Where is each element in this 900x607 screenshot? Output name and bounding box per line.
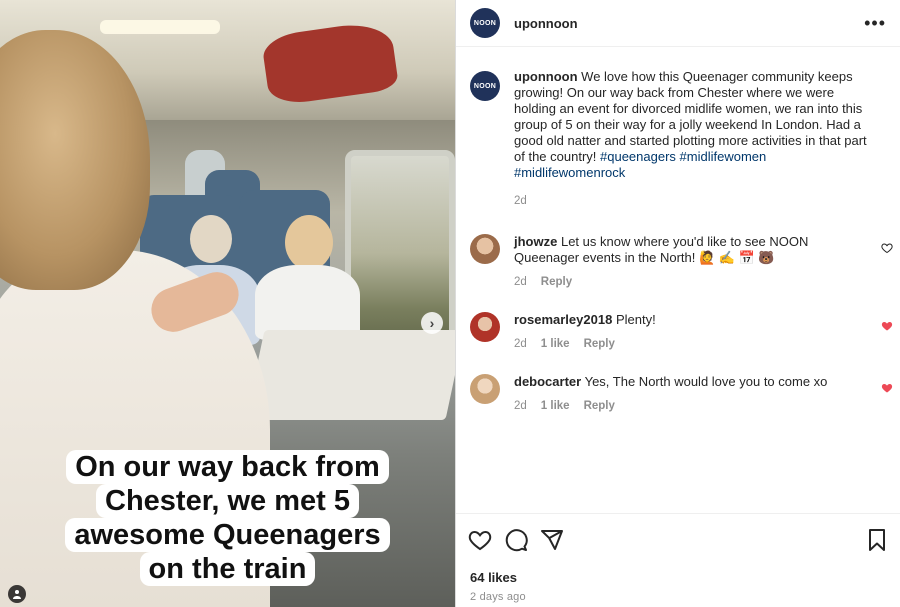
post-timestamp: 2 days ago <box>470 591 526 603</box>
comment-meta: 2d 1 like Reply <box>514 398 864 414</box>
comment-username[interactable]: debocarter <box>514 374 581 389</box>
comment-body: debocarter Yes, The North would love you… <box>514 374 864 414</box>
caption-line: On our way back from <box>66 450 389 484</box>
action-icons <box>468 524 889 556</box>
comment-time: 2d <box>514 400 527 412</box>
bookmark-icon[interactable] <box>865 528 889 552</box>
comment-username[interactable]: rosemarley2018 <box>514 312 612 327</box>
commenter-avatar[interactable] <box>470 374 500 404</box>
comment-item: jhowze Let us know where you'd like to s… <box>456 234 900 290</box>
comment-body: rosemarley2018 Plenty! 2d 1 like Reply <box>514 312 864 352</box>
caption-body: uponnoon We love how this Queenager comm… <box>514 69 874 209</box>
caption-avatar[interactable]: NOON <box>470 71 500 101</box>
comment-item: debocarter Yes, The North would love you… <box>456 374 900 414</box>
comment-like-count[interactable]: 1 like <box>541 400 570 412</box>
passenger-head <box>285 215 333 270</box>
comment-text: Yes, The North would love you to come xo <box>584 374 828 389</box>
commenter-avatar[interactable] <box>470 234 500 264</box>
comment-body: jhowze Let us know where you'd like to s… <box>514 234 864 290</box>
comment-time: 2d <box>514 276 527 288</box>
reply-button[interactable]: Reply <box>541 276 572 288</box>
next-arrow-icon[interactable]: › <box>421 312 443 334</box>
photo-caption-overlay: On our way back from Chester, we met 5 a… <box>20 450 435 586</box>
comment-meta: 2d 1 like Reply <box>514 336 864 352</box>
passenger-body <box>255 265 360 340</box>
post-detail-panel: NOON uponnoon ••• NOON uponnoon We love … <box>455 0 900 607</box>
share-icon[interactable] <box>540 528 564 552</box>
comment-liked-heart-icon[interactable] <box>881 320 893 332</box>
comment-like-count[interactable]: 1 like <box>541 338 570 350</box>
more-icon[interactable]: ••• <box>864 14 886 32</box>
caption-line: awesome Queenagers <box>65 518 390 552</box>
train-table <box>245 330 455 420</box>
comment-item: rosemarley2018 Plenty! 2d 1 like Reply <box>456 312 900 352</box>
comment-like-icon[interactable] <box>881 242 893 254</box>
caption-line: on the train <box>139 552 316 586</box>
comment-meta: 2d Reply <box>514 274 864 290</box>
comment-username[interactable]: jhowze <box>514 234 557 249</box>
caption-time: 2d <box>514 195 527 207</box>
commenter-avatar[interactable] <box>470 312 500 342</box>
caption-line: Chester, we met 5 <box>96 484 359 518</box>
post-actions: 64 likes 2 days ago <box>456 513 900 603</box>
author-username[interactable]: uponnoon <box>514 16 578 31</box>
comment-liked-heart-icon[interactable] <box>881 382 893 394</box>
author-avatar[interactable]: NOON <box>470 8 500 38</box>
likes-count[interactable]: 64 likes <box>468 570 889 585</box>
comment-time: 2d <box>514 338 527 350</box>
ceiling-light <box>100 20 220 34</box>
passenger-head <box>190 215 232 263</box>
comments-list: NOON uponnoon We love how this Queenager… <box>456 55 900 414</box>
post-photo[interactable]: On our way back from Chester, we met 5 a… <box>0 0 455 607</box>
reply-button[interactable]: Reply <box>584 400 615 412</box>
heart-icon[interactable] <box>468 528 492 552</box>
tag-user-glyph <box>13 590 21 599</box>
comment-text: Let us know where you'd like to see NOON… <box>514 234 809 265</box>
comment-text: Plenty! <box>615 312 656 327</box>
comment-icon[interactable] <box>504 528 528 552</box>
tag-user-icon[interactable] <box>8 585 26 603</box>
post-header: NOON uponnoon ••• <box>456 0 900 47</box>
post-caption: NOON uponnoon We love how this Queenager… <box>456 55 900 209</box>
reply-button[interactable]: Reply <box>584 338 615 350</box>
caption-username[interactable]: uponnoon <box>514 69 578 84</box>
